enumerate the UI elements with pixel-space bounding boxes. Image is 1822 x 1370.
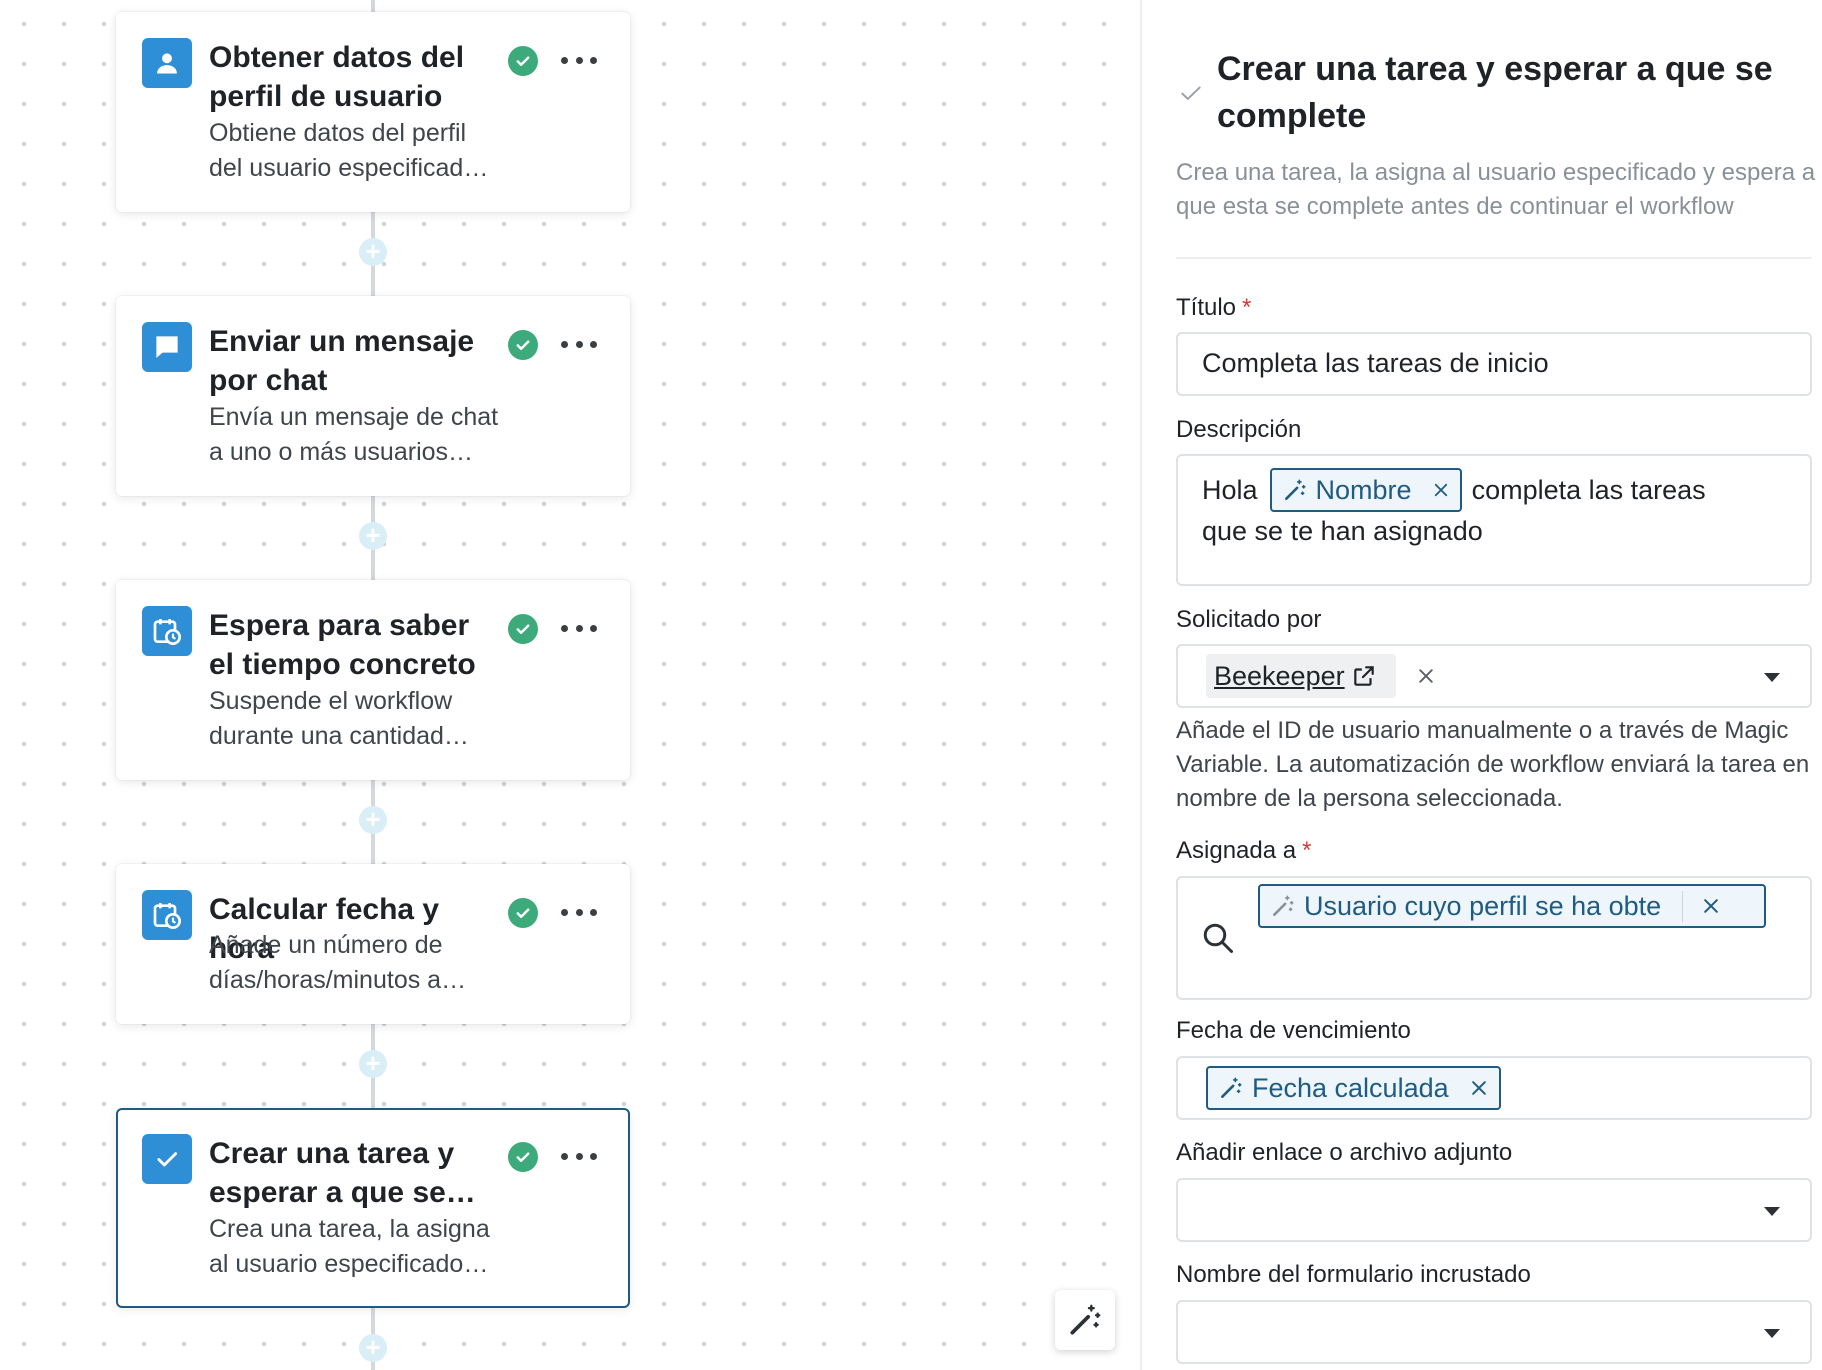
status-check-icon <box>508 330 538 360</box>
task-check-icon <box>142 1134 192 1184</box>
divider <box>1176 257 1812 259</box>
step-settings-panel: Crear una tarea y esperar a que se compl… <box>1140 0 1822 1370</box>
panel-title: Crear una tarea y esperar a que se compl… <box>1217 50 1773 135</box>
chip-label: Fecha calculada <box>1252 1072 1449 1103</box>
close-icon[interactable] <box>1469 1078 1489 1098</box>
requester-select[interactable]: Beekeeper <box>1176 644 1812 708</box>
more-options-icon[interactable] <box>561 904 597 920</box>
more-options-icon[interactable] <box>561 620 597 636</box>
workflow-step-card[interactable]: Enviar un mensaje por chat Envía un mens… <box>116 296 630 496</box>
field-label-descripcion: Descripción <box>1176 416 1302 443</box>
step-description-line: Obtiene datos del perfil <box>209 119 467 147</box>
field-label-titulo: Título * <box>1176 293 1251 323</box>
workflow-step-card[interactable]: Obtener datos del perfil de usuario Obti… <box>116 12 630 212</box>
step-description-line: Añade un número de <box>209 931 443 959</box>
search-icon <box>1200 920 1236 961</box>
title-input-value: Completa las tareas de inicio <box>1202 348 1549 378</box>
magic-wand-icon <box>1282 477 1308 503</box>
status-check-icon <box>508 46 538 76</box>
add-step-button[interactable]: + <box>359 238 387 266</box>
add-step-button[interactable]: + <box>359 806 387 834</box>
check-icon <box>1178 80 1204 111</box>
step-title: Espera para saber el tiempo concreto <box>209 609 476 681</box>
magic-wand-icon <box>1270 893 1296 919</box>
more-options-icon[interactable] <box>561 336 597 352</box>
chevron-down-icon[interactable] <box>1764 673 1780 682</box>
description-text: Hola <box>1202 474 1258 505</box>
close-icon[interactable] <box>1432 481 1450 499</box>
description-textarea[interactable]: Hola Nombre completa las tareas que se t… <box>1176 454 1812 586</box>
label-text: Asignada a <box>1176 837 1297 864</box>
field-label-asignada-a: Asignada a * <box>1176 836 1311 866</box>
add-step-button[interactable]: + <box>359 1050 387 1078</box>
description-text: que se te han asignado <box>1202 516 1483 546</box>
description-text: completa las tareas <box>1471 474 1706 505</box>
status-check-icon <box>508 614 538 644</box>
step-title: Crear una tarea y esperar a que se… <box>209 1137 476 1209</box>
step-description-line: del usuario especificad… <box>209 154 489 182</box>
calendar-clock-icon <box>142 606 192 656</box>
step-description: Obtiene datos del perfil del usuario esp… <box>209 116 509 186</box>
workflow-canvas[interactable]: + + + + + Obtener datos del perfil de us… <box>0 0 1140 1370</box>
step-description-line: durante una cantidad… <box>209 722 469 750</box>
attachment-select[interactable] <box>1176 1178 1812 1242</box>
connector-line <box>371 0 375 12</box>
external-link-icon[interactable] <box>1351 663 1377 689</box>
requester-link[interactable]: Beekeeper <box>1214 661 1345 692</box>
magic-variable-chip[interactable]: Usuario cuyo perfil se ha obte <box>1258 884 1766 928</box>
magic-variable-chip[interactable]: Fecha calculada <box>1206 1066 1501 1110</box>
panel-description: Crea una tarea, la asigna al usuario esp… <box>1176 159 1816 220</box>
step-description: Suspende el workflow durante una cantida… <box>209 684 509 754</box>
step-description-line: Envía un mensaje de chat <box>209 403 499 431</box>
close-icon[interactable] <box>1701 896 1721 916</box>
title-input[interactable]: Completa las tareas de inicio <box>1176 332 1812 396</box>
field-label-fecha-vencimiento: Fecha de vencimiento <box>1176 1017 1411 1044</box>
workflow-step-card[interactable]: Espera para saber el tiempo concreto Sus… <box>116 580 630 780</box>
assignee-input[interactable]: Usuario cuyo perfil se ha obte <box>1176 876 1812 1000</box>
field-label-solicitado-por: Solicitado por <box>1176 606 1322 633</box>
status-check-icon <box>508 1142 538 1172</box>
user-icon <box>142 38 192 88</box>
step-title: Obtener datos del perfil de usuario <box>209 41 465 113</box>
more-options-icon[interactable] <box>561 1148 597 1164</box>
step-description-line: a uno o más usuarios… <box>209 438 474 466</box>
requester-help-text: Añade el ID de usuario manualmente o a t… <box>1176 717 1810 812</box>
magic-variable-chip[interactable]: Nombre <box>1269 468 1462 512</box>
workflow-step-card-selected[interactable]: Crear una tarea y esperar a que se… Crea… <box>116 1108 630 1308</box>
required-mark: * <box>1302 837 1312 864</box>
step-description-line: al usuario especificado… <box>209 1250 489 1278</box>
close-icon[interactable] <box>1416 666 1436 686</box>
description-content: Hola Nombre completa las tareas que se t… <box>1202 468 1792 547</box>
label-text: Título <box>1176 294 1237 321</box>
more-options-icon[interactable] <box>561 52 597 68</box>
magic-wand-button[interactable] <box>1055 1290 1115 1350</box>
step-description-line: días/horas/minutos a… <box>209 966 467 994</box>
embedded-form-select[interactable] <box>1176 1300 1812 1364</box>
requester-tag: Beekeeper <box>1206 654 1433 698</box>
required-mark: * <box>1242 294 1252 321</box>
magic-wand-icon <box>1218 1075 1244 1101</box>
step-description: Crea una tarea, la asigna al usuario esp… <box>209 1212 509 1282</box>
calendar-clock-icon <box>142 890 192 940</box>
step-description: Envía un mensaje de chat a uno o más usu… <box>209 400 509 470</box>
chevron-down-icon[interactable] <box>1764 1207 1780 1216</box>
workflow-step-card[interactable]: Calcular fecha y hora Añade un número de… <box>116 864 630 1024</box>
step-description: Añade un número de días/horas/minutos a… <box>209 928 509 998</box>
due-date-input[interactable]: Fecha calculada <box>1176 1056 1812 1120</box>
magic-wand-icon <box>1070 1304 1101 1335</box>
step-description-line: Crea una tarea, la asigna <box>209 1215 490 1243</box>
field-label-enlace-adjunto: Añadir enlace o archivo adjunto <box>1176 1139 1513 1166</box>
chat-icon <box>142 322 192 372</box>
chip-label: Nombre <box>1315 474 1412 505</box>
chip-label: Usuario cuyo perfil se ha obte <box>1304 890 1683 922</box>
step-description-line: Suspende el workflow <box>209 687 453 715</box>
add-step-button[interactable]: + <box>359 1334 387 1362</box>
step-title: Enviar un mensaje por chat <box>209 325 475 397</box>
field-label-formulario: Nombre del formulario incrustado <box>1176 1261 1531 1288</box>
status-check-icon <box>508 898 538 928</box>
chevron-down-icon[interactable] <box>1764 1329 1780 1338</box>
add-step-button[interactable]: + <box>359 522 387 550</box>
